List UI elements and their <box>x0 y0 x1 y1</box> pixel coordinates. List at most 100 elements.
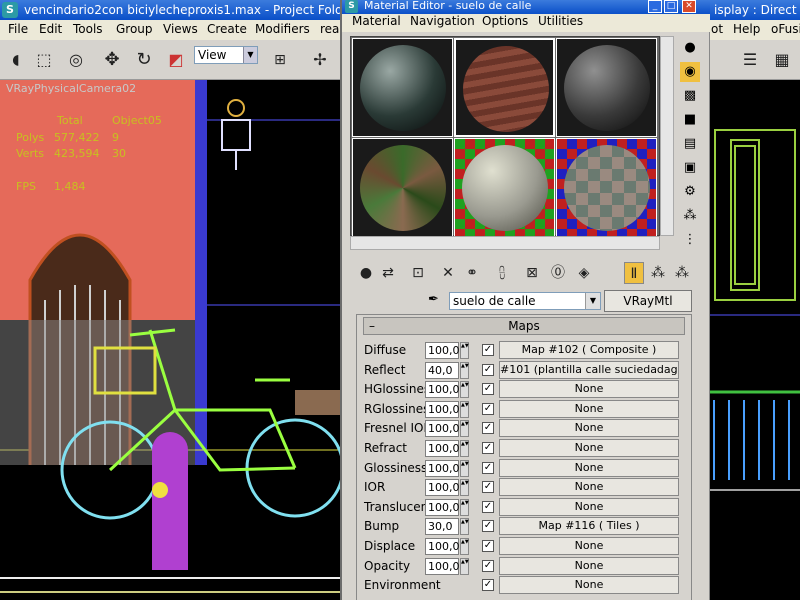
rotate-icon[interactable]: ↻ <box>132 48 156 72</box>
menu-help[interactable]: Help <box>733 22 760 36</box>
select-object-icon[interactable]: ◎ <box>64 48 88 72</box>
map-enable-checkbox[interactable]: ✓ <box>482 579 494 592</box>
map-slot-button[interactable]: None <box>499 576 679 595</box>
select-region-icon[interactable]: ⬚ <box>32 48 56 72</box>
sample-slot-5[interactable] <box>454 138 555 237</box>
menu-views[interactable]: Views <box>163 22 198 36</box>
map-slot-button[interactable]: None <box>499 537 679 555</box>
material-editor-titlebar[interactable]: S Material Editor - suelo de calle _ □ ✕ <box>342 0 710 14</box>
map-amount-field[interactable]: 40,0 <box>425 361 459 379</box>
map-amount-field[interactable]: 100,0 <box>425 440 460 457</box>
map-slot-button[interactable]: #101 (plantilla calle suciedadagua.tif) <box>499 360 679 379</box>
map-amount-spinner[interactable]: ▲▼ <box>460 538 469 555</box>
map-slot-button[interactable]: None <box>499 458 679 477</box>
eyedropper-icon[interactable]: ✒ <box>428 292 446 308</box>
map-slot-button[interactable]: None <box>499 419 679 438</box>
assign-material-icon[interactable]: ⊡ <box>408 262 428 284</box>
map-slot-button[interactable]: Map #102 ( Composite ) <box>499 341 679 359</box>
map-amount-field[interactable]: 100,0 <box>425 381 460 399</box>
menu-tools[interactable]: Tools <box>73 22 103 36</box>
map-enable-checkbox[interactable]: ✓ <box>482 461 494 474</box>
map-enable-checkbox[interactable]: ✓ <box>482 540 494 552</box>
map-amount-field[interactable]: 100,0 <box>425 459 460 477</box>
map-slot-button[interactable]: None <box>499 399 679 418</box>
go-to-parent-icon[interactable]: ⁂ <box>648 262 668 284</box>
map-enable-checkbox[interactable]: ✓ <box>482 520 494 533</box>
make-unique-icon[interactable]: ⩉ <box>492 262 512 284</box>
snap-icon[interactable]: ✢ <box>308 48 332 72</box>
menu-options[interactable]: Options <box>482 14 528 28</box>
map-amount-spinner[interactable]: ▲▼ <box>460 420 469 438</box>
menu-group[interactable]: Group <box>116 22 153 36</box>
map-amount-spinner[interactable]: ▲▼ <box>460 518 469 536</box>
menu-navigation[interactable]: Navigation <box>410 14 475 28</box>
select-by-material-icon[interactable]: ⁂ <box>680 206 700 226</box>
reference-coordinate-select[interactable]: View ▼ <box>194 46 258 64</box>
chevron-down-icon[interactable]: ▼ <box>585 293 600 309</box>
map-enable-checkbox[interactable]: ✓ <box>482 344 494 356</box>
map-enable-checkbox[interactable]: ✓ <box>482 363 494 376</box>
background-checker-icon[interactable]: ▩ <box>680 86 700 106</box>
minimize-icon[interactable]: _ <box>648 0 662 13</box>
maps-rollout-header[interactable]: – Maps <box>363 317 685 335</box>
show-end-result-icon[interactable]: Ⅱ <box>624 262 644 284</box>
map-amount-field[interactable]: 100,0 <box>425 400 460 418</box>
menu-edit[interactable]: Edit <box>39 22 62 36</box>
map-enable-checkbox[interactable]: ✓ <box>482 383 494 396</box>
layers-icon[interactable]: ☰ <box>738 48 762 72</box>
close-icon[interactable]: ✕ <box>682 0 696 13</box>
camera-label[interactable]: VRayPhysicalCamera02 <box>6 82 136 95</box>
map-enable-checkbox[interactable]: ✓ <box>482 422 494 435</box>
map-enable-checkbox[interactable]: ✓ <box>482 442 494 454</box>
put-to-scene-icon[interactable]: ⇄ <box>378 262 398 284</box>
map-amount-spinner[interactable]: ▲▼ <box>460 498 469 516</box>
map-enable-checkbox[interactable]: ✓ <box>482 402 494 415</box>
map-amount-field[interactable]: 100,0 <box>425 342 460 359</box>
map-amount-field[interactable]: 100,0 <box>425 420 460 438</box>
material-effects-icon[interactable]: ⓪ <box>548 262 568 284</box>
menu-material[interactable]: Material <box>352 14 401 28</box>
map-slot-button[interactable]: None <box>499 556 679 575</box>
map-amount-spinner[interactable]: ▲▼ <box>460 479 469 497</box>
reset-map-icon[interactable]: ✕ <box>438 262 458 284</box>
make-preview-icon[interactable]: ▣ <box>680 158 700 178</box>
menu-modifiers[interactable]: Modifiers <box>255 22 310 36</box>
menu-ofusi[interactable]: oFusi <box>771 22 800 36</box>
sample-type-icon[interactable]: ● <box>680 38 700 58</box>
material-name-field[interactable]: suelo de calle ▼ <box>449 292 601 310</box>
menu-rea[interactable]: rea <box>320 22 339 36</box>
get-material-icon[interactable]: ● <box>356 262 376 284</box>
menu-create[interactable]: Create <box>207 22 247 36</box>
chevron-down-icon[interactable]: ▼ <box>243 47 257 63</box>
go-forward-sibling-icon[interactable]: ⁂ <box>672 262 692 284</box>
map-amount-field[interactable]: 100,0 <box>425 538 460 555</box>
map-slot-button[interactable]: None <box>499 439 679 457</box>
sample-slot-2[interactable] <box>454 38 555 137</box>
sample-slot-3[interactable] <box>556 38 657 137</box>
menu-ot[interactable]: ot <box>711 22 723 36</box>
sample-vertical-scrollbar[interactable] <box>660 36 674 236</box>
backlight-icon[interactable]: ◉ <box>680 62 700 82</box>
show-map-icon[interactable]: ◈ <box>574 262 594 284</box>
map-amount-spinner[interactable]: ▲▼ <box>460 400 469 418</box>
map-enable-checkbox[interactable]: ✓ <box>482 559 494 572</box>
map-amount-spinner[interactable]: ▲▼ <box>460 440 469 457</box>
pivot-icon[interactable]: ⊞ <box>268 48 292 72</box>
copy-material-icon[interactable]: ⚭ <box>462 262 482 284</box>
sample-slot-1[interactable] <box>352 38 453 137</box>
map-enable-checkbox[interactable]: ✓ <box>482 500 494 513</box>
material-type-button[interactable]: VRayMtl <box>604 290 692 312</box>
map-amount-spinner[interactable]: ▲▼ <box>460 459 469 477</box>
right-viewport[interactable] <box>709 80 800 600</box>
map-slot-button[interactable]: None <box>499 478 679 497</box>
camera-viewport[interactable]: VRayPhysicalCamera02 Total Object05 Poly… <box>0 80 340 600</box>
map-amount-spinner[interactable]: ▲▼ <box>460 557 469 575</box>
map-amount-field[interactable]: 100,0 <box>425 479 460 497</box>
map-slot-button[interactable]: None <box>499 380 679 399</box>
map-slot-button[interactable]: None <box>499 497 679 516</box>
maximize-icon[interactable]: □ <box>664 0 678 13</box>
options-icon[interactable]: ⚙ <box>680 182 700 202</box>
put-to-library-icon[interactable]: ⊠ <box>522 262 542 284</box>
sample-slot-4[interactable] <box>352 138 453 237</box>
sample-uv-icon[interactable]: ■ <box>680 110 700 130</box>
